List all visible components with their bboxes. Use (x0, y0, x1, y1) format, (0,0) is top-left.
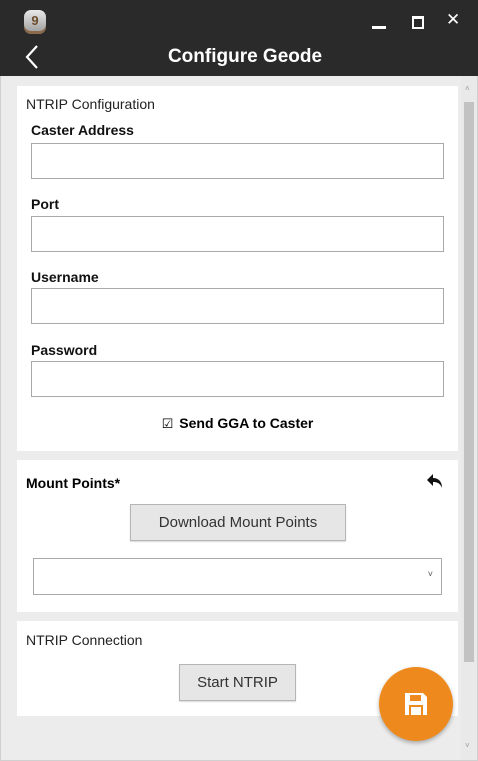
title-bar: 9 ✕ Configure Geode (0, 0, 478, 76)
ntrip-configuration-card: NTRIP Configuration Caster Address Port … (17, 86, 458, 451)
start-ntrip-button[interactable]: Start NTRIP (179, 664, 296, 701)
scroll-down-icon[interactable]: ˅ (465, 741, 470, 750)
caster-address-label: Caster Address (31, 122, 134, 138)
chevron-down-icon: ˅ (427, 569, 433, 579)
send-gga-row: ☑ Send GGA to Caster (17, 415, 458, 432)
username-label: Username (31, 269, 99, 285)
username-input[interactable] (31, 288, 444, 324)
mount-points-title: Mount Points* (26, 475, 121, 491)
configure-geode-window: 9 ✕ Configure Geode NTRIP Configuration … (0, 0, 478, 761)
ntrip-connection-title: NTRIP Connection (26, 632, 143, 648)
scroll-thumb[interactable] (464, 102, 474, 662)
mount-point-select[interactable]: ˅ (33, 558, 442, 595)
vertical-scrollbar[interactable]: ˄ ˅ (461, 76, 477, 760)
scroll-up-icon[interactable]: ˄ (465, 84, 470, 93)
minimize-button[interactable] (372, 26, 386, 29)
save-button[interactable] (379, 667, 453, 741)
send-gga-label: Send GGA to Caster (179, 415, 314, 431)
page-title: Configure Geode (167, 46, 323, 67)
caster-address-input[interactable] (31, 143, 444, 179)
ntrip-configuration-title: NTRIP Configuration (26, 96, 155, 112)
password-label: Password (31, 342, 98, 358)
password-input[interactable] (31, 361, 444, 397)
mount-points-card: Mount Points* Download Mount Points ˅ (17, 460, 458, 612)
port-label: Port (31, 196, 59, 212)
app-icon: 9 (24, 10, 46, 34)
save-floppy-icon (405, 693, 427, 715)
content-area: NTRIP Configuration Caster Address Port … (0, 76, 478, 761)
undo-arrow-icon[interactable] (426, 472, 444, 490)
port-input[interactable] (31, 216, 444, 252)
maximize-button[interactable] (412, 16, 424, 29)
close-button[interactable]: ✕ (446, 10, 460, 30)
download-mount-points-button[interactable]: Download Mount Points (130, 504, 346, 541)
send-gga-checkbox[interactable]: ☑ (162, 416, 174, 431)
